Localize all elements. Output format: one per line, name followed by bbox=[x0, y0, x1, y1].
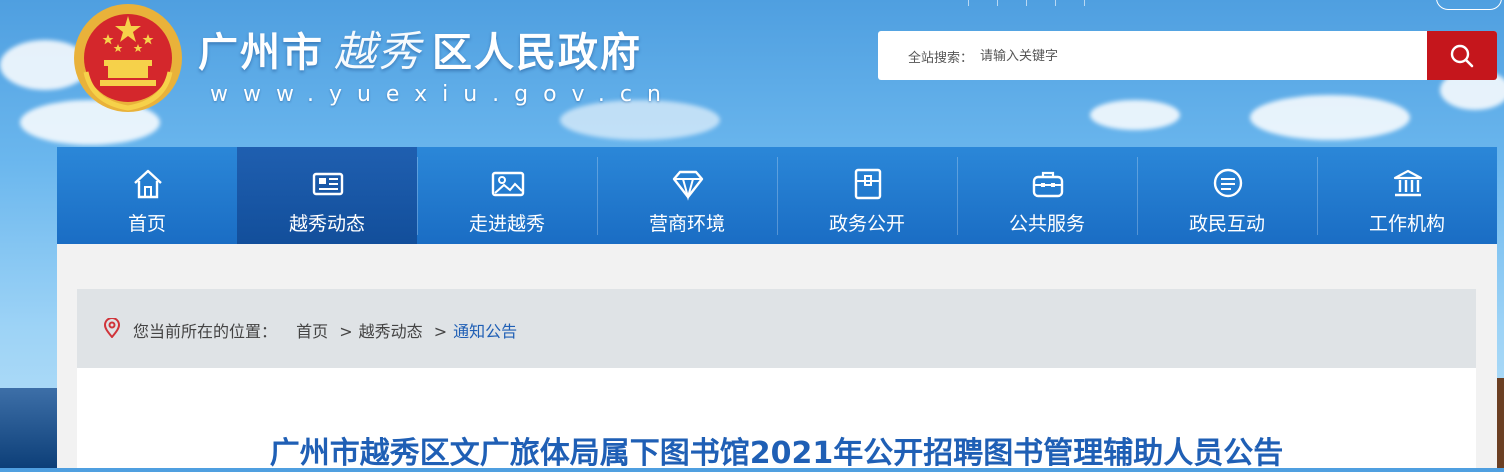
site-url: www.yuexiu.gov.cn bbox=[210, 82, 676, 107]
top-link[interactable] bbox=[940, 0, 969, 6]
decorative-building-right bbox=[1497, 378, 1504, 468]
diamond-icon bbox=[672, 170, 704, 201]
main-nav: 首页 越秀动态 走进越秀 营商环境 政务公开 公共服务 政民互动 工作机构 bbox=[57, 147, 1497, 253]
breadcrumb-separator: > bbox=[433, 322, 448, 341]
site-title-calligraphy: 越秀 bbox=[334, 27, 423, 76]
nav-item-interaction[interactable]: 政民互动 bbox=[1137, 147, 1317, 244]
nav-label: 越秀动态 bbox=[288, 213, 365, 235]
site-title: 广州市 越秀 区人民政府 bbox=[198, 18, 642, 79]
nav-label: 走进越秀 bbox=[468, 213, 545, 235]
breadcrumb-link-notices[interactable]: 通知公告 bbox=[453, 322, 517, 341]
top-link[interactable] bbox=[969, 0, 998, 6]
breadcrumb: 您当前所在的位置： 首页 > 越秀动态 > 通知公告 bbox=[77, 289, 1476, 368]
top-link[interactable] bbox=[1056, 0, 1085, 6]
nav-item-business[interactable]: 营商环境 bbox=[597, 147, 777, 244]
search-button[interactable] bbox=[1427, 31, 1497, 80]
nav-item-departments[interactable]: 工作机构 bbox=[1317, 147, 1497, 244]
top-links bbox=[940, 0, 1085, 10]
newspaper-icon bbox=[312, 172, 344, 196]
article-title: 广州市越秀区文广旅体局属下图书馆2021年公开招聘图书管理辅助人员公告 bbox=[269, 436, 1284, 471]
top-action-button[interactable] bbox=[1436, 0, 1502, 10]
nav-label: 政民互动 bbox=[1188, 213, 1265, 235]
chat-icon bbox=[1213, 168, 1243, 198]
search-input[interactable] bbox=[978, 43, 1282, 69]
decorative-building-left bbox=[0, 388, 57, 468]
site-header: 广州市 越秀 区人民政府 www.yuexiu.gov.cn 全站搜索： bbox=[0, 0, 1504, 147]
nav-item-public-service[interactable]: 公共服务 bbox=[957, 147, 1137, 244]
search-bar: 全站搜索： bbox=[878, 31, 1497, 80]
nav-item-gov-open[interactable]: 政务公开 bbox=[777, 147, 957, 244]
top-link[interactable] bbox=[998, 0, 1027, 6]
nav-label: 首页 bbox=[127, 213, 166, 235]
location-pin-icon bbox=[103, 318, 121, 338]
search-label: 全站搜索： bbox=[908, 51, 974, 66]
site-title-prefix: 广州市 bbox=[198, 30, 324, 76]
site-title-suffix: 区人民政府 bbox=[432, 30, 643, 76]
breadcrumb-separator: > bbox=[339, 322, 353, 341]
picture-icon bbox=[491, 171, 525, 197]
home-icon bbox=[134, 169, 162, 199]
top-link[interactable] bbox=[1027, 0, 1056, 6]
nav-item-about[interactable]: 走进越秀 bbox=[417, 147, 597, 244]
breadcrumb-link-home[interactable]: 首页 bbox=[296, 322, 328, 341]
folder-icon bbox=[854, 168, 882, 200]
search-icon bbox=[1450, 44, 1474, 68]
breadcrumb-link-news[interactable]: 越秀动态 bbox=[359, 322, 423, 341]
nav-item-news[interactable]: 越秀动态 bbox=[237, 147, 417, 253]
national-emblem-icon bbox=[74, 4, 182, 112]
building-icon bbox=[1393, 169, 1423, 197]
nav-label: 公共服务 bbox=[1008, 213, 1085, 235]
briefcase-icon bbox=[1032, 171, 1064, 198]
nav-label: 政务公开 bbox=[828, 213, 905, 235]
article: 广州市越秀区文广旅体局属下图书馆2021年公开招聘图书管理辅助人员公告 bbox=[77, 368, 1476, 471]
nav-label: 营商环境 bbox=[648, 213, 725, 235]
nav-item-home[interactable]: 首页 bbox=[57, 147, 237, 244]
breadcrumb-prefix: 您当前所在的位置： bbox=[133, 322, 278, 341]
nav-label: 工作机构 bbox=[1368, 213, 1445, 235]
